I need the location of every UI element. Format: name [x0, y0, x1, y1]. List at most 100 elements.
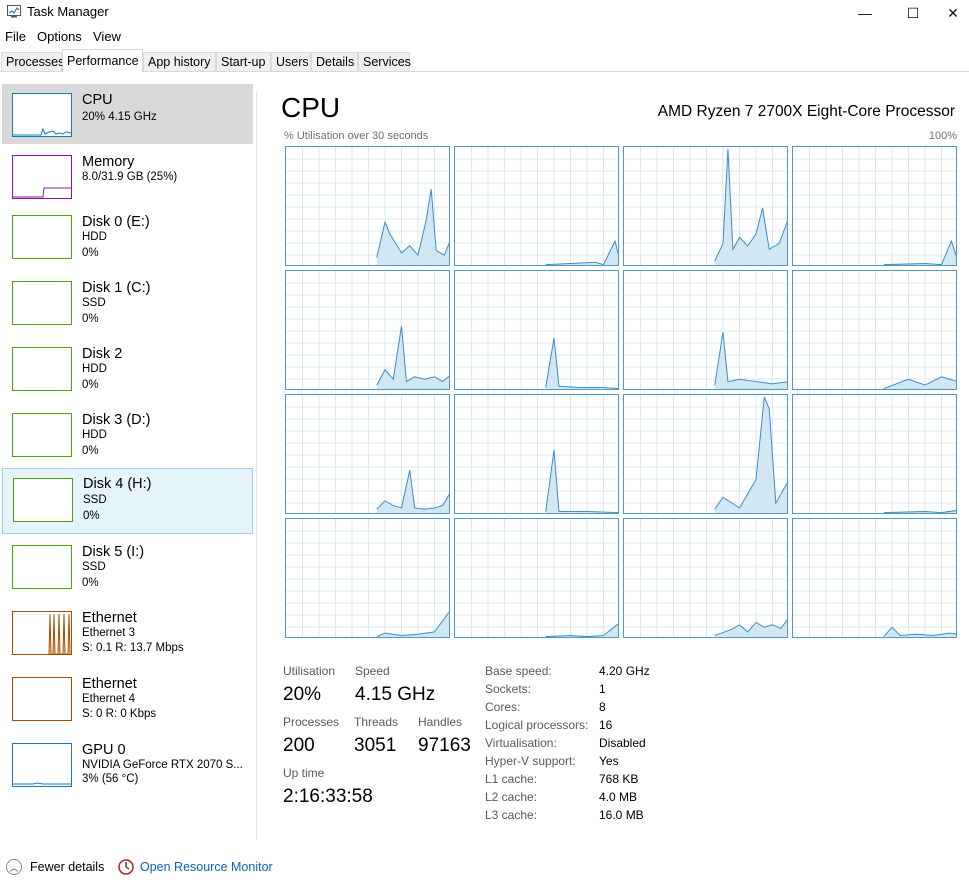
tab-users[interactable]: Users: [271, 52, 311, 71]
disk-thumbnail-graph: [12, 413, 72, 457]
cpu-graph-svg: [455, 271, 618, 389]
logical-processor-graph: [454, 518, 619, 638]
detail-label: Sockets:: [485, 682, 532, 696]
menu-options[interactable]: Options: [37, 29, 82, 44]
sidebar-item-memory[interactable]: Memory 8.0/31.9 GB (25%): [2, 146, 253, 204]
sidebar-item-label: CPU: [82, 92, 113, 108]
logical-processor-graph: [285, 270, 450, 390]
cpu-graph-svg: [455, 519, 618, 637]
detail-value: 768 KB: [599, 772, 639, 786]
logical-processor-graph: [623, 518, 788, 638]
sidebar-item-adapter: Ethernet 4: [82, 693, 136, 705]
cpu-usage-area: [883, 627, 956, 637]
cpu-graph-svg: [455, 395, 618, 513]
sidebar-item-gpu-0[interactable]: GPU 0 NVIDIA GeForce RTX 2070 S... 3% (5…: [2, 734, 253, 792]
logical-processor-graph: [454, 394, 619, 514]
menu-file[interactable]: File: [5, 29, 26, 44]
sidebar-item-ethernet-3[interactable]: Ethernet Ethernet 3 S: 0.1 R: 13.7 Mbps: [2, 602, 253, 660]
cpu-graph-svg: [286, 271, 449, 389]
cpu-thumbnail-graph: [12, 93, 72, 137]
cpu-graph-svg: [455, 147, 618, 265]
logical-processor-graph: [454, 146, 619, 266]
cpu-graph-svg: [793, 271, 956, 389]
sidebar-item-disk-1[interactable]: Disk 1 (C:) SSD 0%: [2, 272, 253, 330]
sidebar-item-label: GPU 0: [82, 742, 126, 758]
tab-details[interactable]: Details: [311, 52, 358, 71]
detail-label: Cores:: [485, 700, 521, 714]
maximize-button[interactable]: ☐: [890, 0, 936, 26]
cpu-graph-svg: [793, 519, 956, 637]
gpu-thumbnail-graph: [12, 743, 72, 787]
close-button[interactable]: ✕: [936, 0, 969, 26]
logical-processor-graph: [792, 518, 957, 638]
sidebar-item-type: HDD: [82, 231, 107, 243]
sidebar-item-label: Disk 1 (C:): [82, 280, 151, 296]
minimize-button[interactable]: —: [842, 0, 888, 26]
detail-label: Base speed:: [485, 664, 552, 678]
sidebar-item-detail: 20% 4.15 GHz: [82, 111, 157, 123]
resource-monitor-label: Open Resource Monitor: [140, 860, 273, 874]
close-icon: ✕: [947, 4, 959, 21]
sidebar-item-ethernet-4[interactable]: Ethernet Ethernet 4 S: 0 R: 0 Kbps: [2, 668, 253, 726]
sidebar-item-type: SSD: [82, 297, 106, 309]
logical-processor-graph: [623, 394, 788, 514]
sidebar-item-throughput: S: 0.1 R: 13.7 Mbps: [82, 642, 184, 654]
speed-label: Speed: [355, 664, 390, 678]
detail-label: Hyper-V support:: [485, 754, 576, 768]
logical-processor-graph: [454, 270, 619, 390]
open-resource-monitor-link[interactable]: Open Resource Monitor: [118, 859, 273, 875]
sidebar-item-type: SSD: [82, 561, 106, 573]
detail-value: 8: [599, 700, 606, 714]
cpu-usage-area: [545, 241, 618, 265]
logical-processor-graph: [623, 146, 788, 266]
detail-value: 4.20 GHz: [599, 664, 650, 678]
cpu-graph-svg: [624, 395, 787, 513]
menu-view[interactable]: View: [93, 29, 121, 44]
sidebar-item-usage: 0%: [82, 247, 99, 259]
sidebar-item-disk-2[interactable]: Disk 2 HDD 0%: [2, 338, 253, 396]
speed-value: 4.15 GHz: [355, 684, 436, 705]
utilisation-label: Utilisation: [283, 664, 336, 678]
ethernet-thumbnail-graph: [12, 677, 72, 721]
tab-start-up[interactable]: Start-up: [216, 52, 271, 71]
tab-app-history[interactable]: App history: [143, 52, 216, 71]
sidebar-item-usage: 0%: [83, 510, 100, 522]
detail-value: 16.0 MB: [599, 808, 644, 822]
sidebar-item-type: HDD: [82, 363, 107, 375]
fewer-details-button[interactable]: ︿ Fewer details: [6, 859, 104, 875]
cpu-graph-svg: [286, 395, 449, 513]
cpu-usage-area: [376, 470, 449, 513]
tab-processes[interactable]: Processes: [1, 52, 64, 71]
tab-performance[interactable]: Performance: [62, 49, 143, 72]
sidebar-item-disk-4[interactable]: Disk 4 (H:) SSD 0%: [2, 468, 253, 534]
sidebar-item-usage: 0%: [82, 379, 99, 391]
detail-label: L3 cache:: [485, 808, 538, 822]
cpu-graph-svg: [624, 147, 787, 265]
sidebar-item-type: HDD: [82, 429, 107, 441]
disk-thumbnail-graph: [12, 281, 72, 325]
cpu-graph-svg: [793, 395, 956, 513]
sidebar-item-disk-3[interactable]: Disk 3 (D:) HDD 0%: [2, 404, 253, 462]
ethernet-thumbnail-graph: [12, 611, 72, 655]
page-title: CPU: [281, 92, 341, 123]
task-manager-icon: [7, 5, 21, 18]
title-bar: [0, 0, 969, 26]
sidebar-item-usage: 0%: [82, 445, 99, 457]
sidebar-item-label: Ethernet: [82, 610, 137, 626]
processor-name: AMD Ryzen 7 2700X Eight-Core Processor: [657, 103, 955, 120]
sidebar-item-cpu[interactable]: CPU 20% 4.15 GHz: [2, 84, 253, 144]
sidebar-item-disk-5[interactable]: Disk 5 (I:) SSD 0%: [2, 536, 253, 594]
sidebar-item-label: Memory: [82, 154, 135, 170]
sidebar-item-disk-0[interactable]: Disk 0 (E:) HDD 0%: [2, 206, 253, 264]
sidebar-item-detail: 8.0/31.9 GB (25%): [82, 171, 178, 183]
cpu-usage-area: [376, 326, 449, 389]
memory-thumbnail-graph: [12, 155, 72, 199]
tab-services[interactable]: Services: [358, 52, 411, 71]
sidebar-item-usage: 0%: [82, 577, 99, 589]
sidebar-item-label: Disk 2: [82, 346, 123, 362]
utilisation-graph-label: % Utilisation over 30 seconds: [284, 130, 429, 142]
sidebar-item-label: Disk 0 (E:): [82, 214, 150, 230]
detail-value: 1: [599, 682, 606, 696]
processes-value: 200: [283, 735, 315, 756]
sidebar-item-usage: 3% (56 °C): [82, 773, 139, 785]
